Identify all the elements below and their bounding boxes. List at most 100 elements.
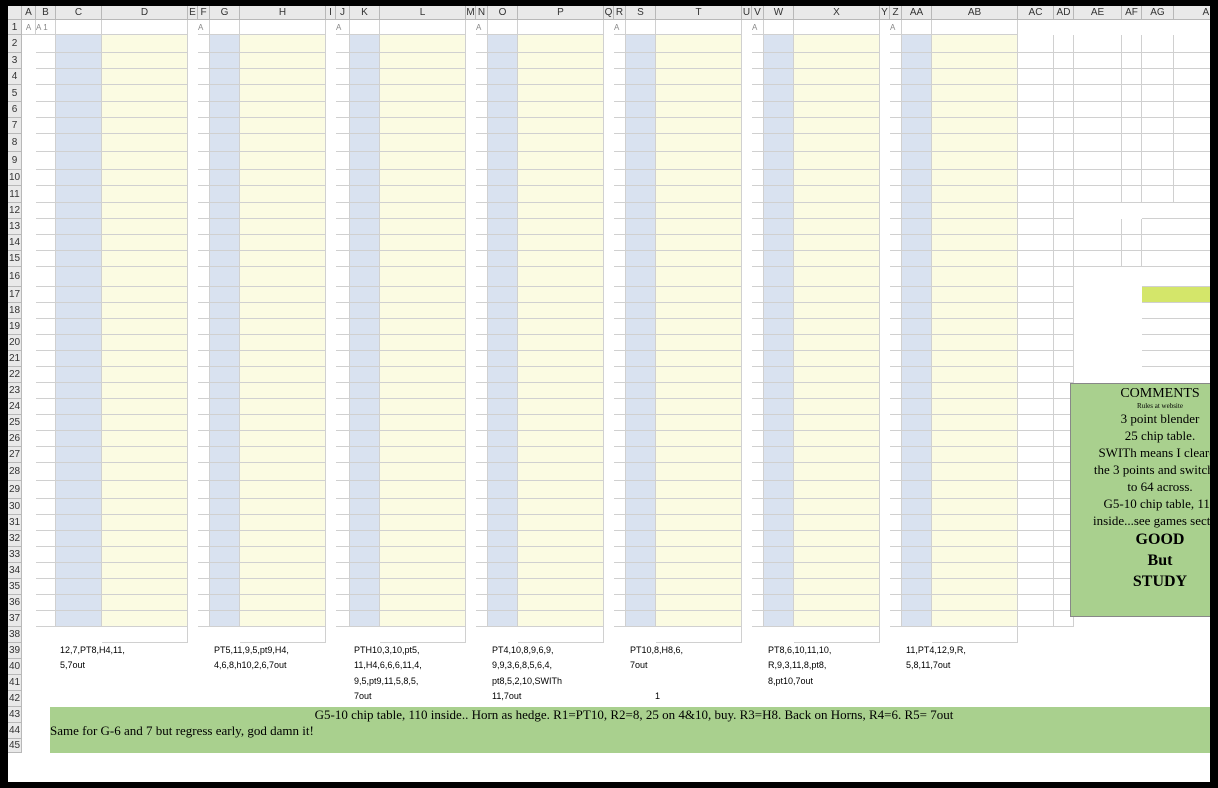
column-header-AC[interactable]: AC: [1018, 6, 1054, 20]
left-count-g4-r28[interactable]: [476, 463, 488, 481]
row-header-31[interactable]: 31: [8, 515, 22, 531]
left-count-g7-r29[interactable]: [890, 481, 902, 499]
left-count-g5-r14[interactable]: [614, 235, 626, 251]
left-count-g4-r2[interactable]: [476, 35, 488, 53]
count-g7-r11[interactable]: [932, 186, 1018, 203]
count-g7-r28[interactable]: [932, 463, 1018, 481]
count-g7-r16[interactable]: [932, 267, 1018, 287]
left-count-g6-r21[interactable]: [752, 351, 764, 367]
left-count-g4-r9[interactable]: [476, 152, 488, 170]
count-g3-r21[interactable]: [380, 351, 466, 367]
count-g7-r3[interactable]: [932, 53, 1018, 69]
count-g3-r29[interactable]: [380, 481, 466, 499]
count-g5-r28[interactable]: [656, 463, 742, 481]
count-g5-r10[interactable]: [656, 170, 742, 186]
left-count-g1-r23[interactable]: [36, 383, 56, 399]
left-count-g3-r23[interactable]: [336, 383, 350, 399]
count-g5-r31[interactable]: [656, 515, 742, 531]
game-total-4[interactable]: [518, 20, 604, 35]
count-g4-r22[interactable]: [518, 367, 604, 383]
count-g6-r37[interactable]: [794, 611, 880, 627]
count-g5-r17[interactable]: [656, 287, 742, 303]
count-g5-r25[interactable]: [656, 415, 742, 431]
left-count-g7-r3[interactable]: [890, 53, 902, 69]
left-count-g2-r14[interactable]: [198, 235, 210, 251]
count-g3-r26[interactable]: [380, 431, 466, 447]
column-header-AF[interactable]: AF: [1122, 6, 1142, 20]
left-count-g5-r15[interactable]: [614, 251, 626, 267]
left-count-g7-r32[interactable]: [890, 531, 902, 547]
count-g3-r4[interactable]: [380, 69, 466, 85]
count-g7-r8[interactable]: [932, 134, 1018, 152]
count-g5-r12[interactable]: [656, 203, 742, 219]
count-g6-r32[interactable]: [794, 531, 880, 547]
left-count-g5-r26[interactable]: [614, 431, 626, 447]
count-g2-r9[interactable]: [240, 152, 326, 170]
left-count-g3-r37[interactable]: [336, 611, 350, 627]
row-header-32[interactable]: 32: [8, 531, 22, 547]
count-g1-r16[interactable]: [102, 267, 188, 287]
column-header-M[interactable]: M: [466, 6, 476, 20]
count-g6-r5[interactable]: [794, 85, 880, 102]
left-count-g3-r2[interactable]: [336, 35, 350, 53]
left-count-g4-r3[interactable]: [476, 53, 488, 69]
left-count-g1-r22[interactable]: [36, 367, 56, 383]
left-count-g5-r6[interactable]: [614, 102, 626, 118]
column-header-U[interactable]: U: [742, 6, 752, 20]
left-count-g5-r5[interactable]: [614, 85, 626, 102]
count-g2-r8[interactable]: [240, 134, 326, 152]
count-g2-r33[interactable]: [240, 547, 326, 563]
count-g3-r37[interactable]: [380, 611, 466, 627]
left-count-g1-r21[interactable]: [36, 351, 56, 367]
count-g5-r16[interactable]: [656, 267, 742, 287]
count-g6-r34[interactable]: [794, 563, 880, 579]
left-count-g6-r12[interactable]: [752, 203, 764, 219]
left-count-g4-r16[interactable]: [476, 267, 488, 287]
count-g4-r2[interactable]: [518, 35, 604, 53]
left-count-g2-r2[interactable]: [198, 35, 210, 53]
count-g7-r22[interactable]: [932, 367, 1018, 383]
row-header-14[interactable]: 14: [8, 235, 22, 251]
left-count-g2-r33[interactable]: [198, 547, 210, 563]
count-g4-r18[interactable]: [518, 303, 604, 319]
left-count-g1-r36[interactable]: [36, 595, 56, 611]
left-count-g3-r4[interactable]: [336, 69, 350, 85]
count-g7-r36[interactable]: [932, 595, 1018, 611]
count-g5-r4[interactable]: [656, 69, 742, 85]
count-g1-r11[interactable]: [102, 186, 188, 203]
count-g5-r18[interactable]: [656, 303, 742, 319]
left-count-g1-r5[interactable]: [36, 85, 56, 102]
left-count-g4-r7[interactable]: [476, 118, 488, 134]
count-g4-r34[interactable]: [518, 563, 604, 579]
left-count-g5-r37[interactable]: [614, 611, 626, 627]
count-g2-r15[interactable]: [240, 251, 326, 267]
row-header-28[interactable]: 28: [8, 463, 22, 481]
count-g7-r21[interactable]: [932, 351, 1018, 367]
count-g3-r15[interactable]: [380, 251, 466, 267]
left-count-g7-r7[interactable]: [890, 118, 902, 134]
count-g4-r32[interactable]: [518, 531, 604, 547]
column-header-I[interactable]: I: [326, 6, 336, 20]
game-total-1[interactable]: [102, 20, 188, 35]
left-count-g1-r14[interactable]: [36, 235, 56, 251]
count-g6-r12[interactable]: [794, 203, 880, 219]
count-g7-r6[interactable]: [932, 102, 1018, 118]
left-count-g3-r32[interactable]: [336, 531, 350, 547]
left-count-g4-r20[interactable]: [476, 335, 488, 351]
left-count-g2-r18[interactable]: [198, 303, 210, 319]
count-g3-r33[interactable]: [380, 547, 466, 563]
count-g4-r13[interactable]: [518, 219, 604, 235]
row-header-2[interactable]: 2: [8, 35, 22, 53]
row-header-11[interactable]: 11: [8, 186, 22, 203]
count-g2-r31[interactable]: [240, 515, 326, 531]
count-g5-r33[interactable]: [656, 547, 742, 563]
left-count-g2-r12[interactable]: [198, 203, 210, 219]
left-count-g7-r23[interactable]: [890, 383, 902, 399]
count-g1-r4[interactable]: [102, 69, 188, 85]
left-count-g4-r24[interactable]: [476, 399, 488, 415]
left-count-g2-r17[interactable]: [198, 287, 210, 303]
count-g1-r24[interactable]: [102, 399, 188, 415]
count-g5-r21[interactable]: [656, 351, 742, 367]
count-g3-r27[interactable]: [380, 447, 466, 463]
left-count-g1-r27[interactable]: [36, 447, 56, 463]
